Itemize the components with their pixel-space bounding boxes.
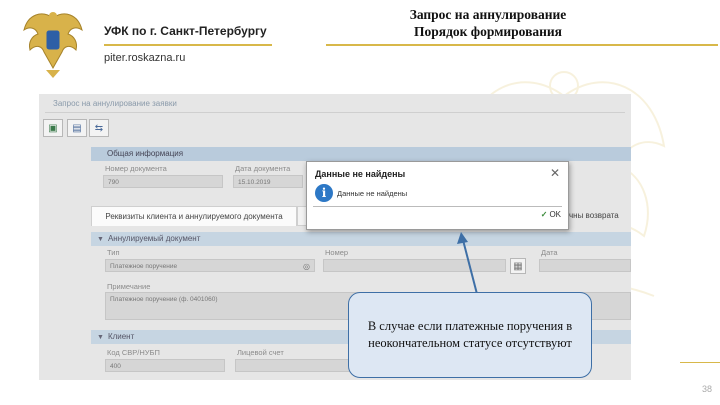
code-label: Код СВР/НУБП	[107, 348, 160, 357]
client-title: Клиент	[107, 332, 135, 341]
dropdown-icon: ◎	[303, 262, 310, 271]
dialog-title: Данные не найдены	[315, 169, 406, 179]
close-icon[interactable]: ✕	[550, 166, 560, 180]
annulled-doc-header[interactable]: ▼ Аннулируемый документ	[91, 232, 631, 246]
tab-client-details[interactable]: Реквизиты клиента и аннулируемого докуме…	[91, 206, 297, 226]
slide-title-line1: Запрос на аннулирование	[409, 7, 567, 22]
chevron-down-icon: ▼	[97, 334, 104, 341]
attach-icon: ⇆	[94, 122, 104, 134]
slide-title-line2: Порядок формирования	[414, 24, 562, 39]
website-link[interactable]: piter.roskazna.ru	[104, 52, 185, 64]
document-icon: ▤	[72, 122, 82, 134]
not-found-dialog: Данные не найдены ✕ i Данные не найдены …	[306, 161, 569, 230]
chevron-down-icon: ▼	[97, 236, 104, 243]
doc-number-label: Номер документа	[105, 164, 167, 173]
account-field[interactable]	[235, 359, 365, 372]
title-divider	[45, 112, 625, 113]
date-field[interactable]	[539, 259, 631, 272]
search-icon: ▦	[513, 260, 523, 272]
doc-date-label: Дата документа	[235, 164, 291, 173]
number-label: Номер	[325, 248, 349, 257]
save-icon: ▣	[48, 122, 58, 134]
toolbar-attach-button[interactable]: ⇆	[89, 119, 109, 137]
app-window-title: Запрос на аннулирование заявки	[53, 99, 177, 108]
note-label: Примечание	[107, 282, 151, 291]
dialog-divider	[313, 206, 562, 207]
toolbar-document-button[interactable]: ▤	[67, 119, 87, 137]
doc-number-field[interactable]: 790	[103, 175, 223, 188]
date-label: Дата	[541, 248, 558, 257]
org-name: УФК по г. Санкт-Петербургу	[104, 24, 267, 38]
ok-button[interactable]: ✓ OK	[541, 210, 561, 219]
org-underline	[104, 44, 272, 46]
toolbar-save-button[interactable]: ▣	[43, 119, 63, 137]
tab-returns[interactable]: чны возврата	[567, 206, 631, 226]
general-info-header: Общая информация	[91, 147, 631, 161]
callout-note: В случае если платежные поручения в неок…	[348, 292, 592, 378]
doc-date-field[interactable]: 15.10.2019	[233, 175, 303, 188]
dialog-message: Данные не найдены	[337, 189, 408, 198]
code-field[interactable]: 400	[105, 359, 225, 372]
footer-line	[680, 362, 720, 363]
callout-arrow	[457, 232, 478, 295]
ok-label: OK	[549, 210, 561, 219]
page-number: 38	[701, 384, 712, 394]
emblem-logo	[23, 12, 83, 78]
annulled-doc-title: Аннулируемый документ	[107, 234, 201, 243]
type-label: Тип	[107, 248, 120, 257]
slide-title: Запрос на аннулирование Порядок формиров…	[358, 6, 618, 40]
type-select[interactable]: Платежное поручение ◎	[105, 259, 315, 272]
type-select-value: Платежное поручение	[110, 263, 178, 270]
title-underline	[326, 44, 718, 46]
info-icon: i	[315, 184, 333, 202]
search-document-button[interactable]: ▦	[510, 258, 526, 274]
account-label: Лицевой счет	[237, 348, 284, 357]
checkmark-icon: ✓	[540, 210, 548, 219]
